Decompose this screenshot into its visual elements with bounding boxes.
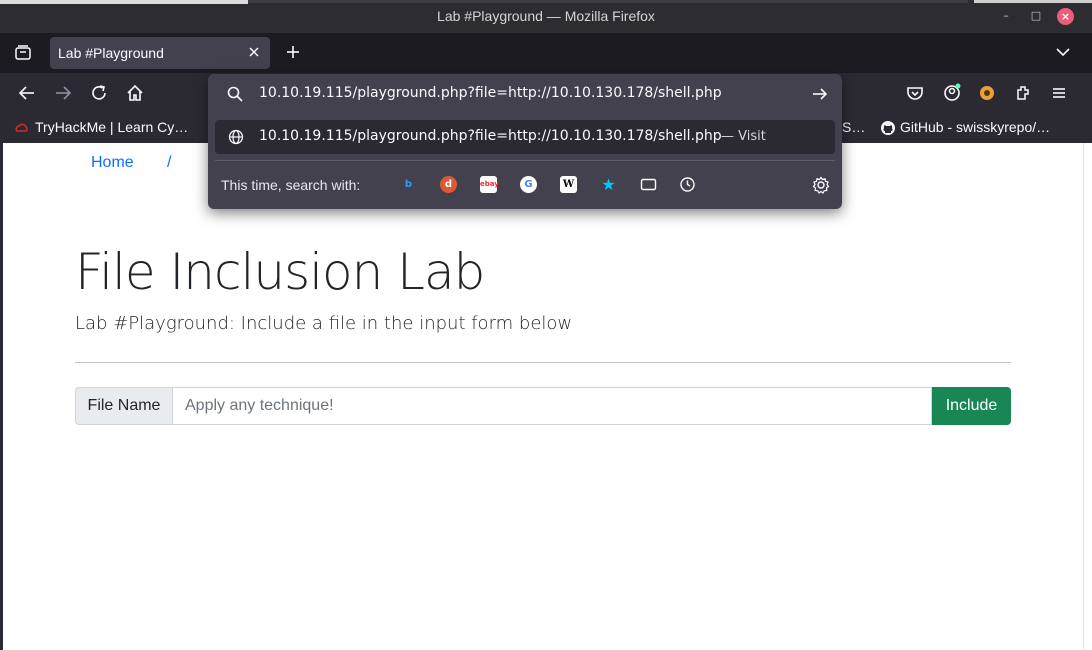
- window-titlebar: Lab #Playground — Mozilla Firefox – □ ×: [0, 0, 1092, 33]
- close-window-icon[interactable]: ×: [1057, 8, 1074, 25]
- firefox-view-icon[interactable]: [12, 42, 34, 64]
- ebay-icon[interactable]: ebay: [480, 176, 499, 193]
- pocket-icon[interactable]: [904, 82, 926, 104]
- urlbar-value[interactable]: 10.10.19.115/playground.php?file=http://…: [259, 85, 722, 101]
- window-title: Lab #Playground — Mozilla Firefox: [437, 8, 655, 24]
- tabs-icon[interactable]: [640, 176, 657, 193]
- search-with-label: This time, search with:: [221, 177, 361, 193]
- bookmark-truncated[interactable]: S…: [842, 119, 865, 135]
- history-icon[interactable]: [679, 176, 696, 193]
- file-name-label: File Name: [75, 387, 173, 425]
- gear-icon[interactable]: [812, 176, 830, 194]
- back-icon[interactable]: [16, 82, 38, 104]
- reload-icon[interactable]: [88, 82, 110, 104]
- divider: [75, 362, 1011, 363]
- google-icon[interactable]: G: [520, 176, 537, 193]
- minimize-icon[interactable]: –: [998, 8, 1014, 24]
- globe-icon: [228, 129, 244, 145]
- page-title: File Inclusion Lab: [75, 243, 485, 301]
- wikipedia-icon[interactable]: W: [560, 176, 577, 193]
- bing-icon[interactable]: b: [400, 176, 417, 193]
- tryhackme-icon: [15, 123, 28, 132]
- go-arrow-icon[interactable]: [811, 85, 829, 103]
- foxyproxy-extension-icon[interactable]: [976, 82, 998, 104]
- menu-icon[interactable]: [1048, 82, 1070, 104]
- page-content: Home / File Inclusion Lab Lab #Playgroun…: [3, 143, 1083, 650]
- include-button[interactable]: Include: [932, 387, 1011, 425]
- github-icon: [881, 121, 895, 135]
- forward-icon[interactable]: [52, 82, 74, 104]
- close-tab-icon[interactable]: [246, 44, 262, 60]
- bookmark-github[interactable]: GitHub - swisskyrepo/…: [900, 119, 1050, 135]
- bookmarks-icon[interactable]: ★: [600, 176, 617, 193]
- page-scrollbar[interactable]: [1083, 143, 1092, 650]
- tab-lab-playground[interactable]: Lab #Playground: [50, 37, 270, 69]
- background-window-strip: [974, 0, 1092, 3]
- chevron-down-icon[interactable]: [1052, 41, 1074, 63]
- visit-label: — Visit: [721, 129, 766, 144]
- new-tab-icon[interactable]: [282, 41, 304, 63]
- duckduckgo-icon[interactable]: d: [440, 176, 457, 193]
- url-suggestion-row[interactable]: 10.10.19.115/playground.php?file=http://…: [215, 120, 835, 154]
- urlbar-input[interactable]: 10.10.19.115/playground.php?file=http://…: [208, 74, 842, 114]
- suggestion-url: 10.10.19.115/playground.php?file=http://…: [259, 128, 722, 144]
- page-subtitle: Lab #Playground: Include a file in the i…: [75, 313, 573, 334]
- urlbar-dropdown: 10.10.19.115/playground.php?file=http://…: [208, 74, 842, 209]
- extensions-icon[interactable]: [1012, 82, 1034, 104]
- background-window-strip: [248, 0, 968, 3]
- background-window-strip: [0, 0, 248, 4]
- breadcrumb-home-link[interactable]: Home: [91, 154, 134, 172]
- tab-label: Lab #Playground: [58, 45, 164, 61]
- file-input-group: File Name Include: [75, 387, 1011, 425]
- breadcrumb-separator: /: [167, 154, 172, 171]
- tab-strip: Lab #Playground: [0, 33, 1092, 73]
- search-icon: [227, 86, 243, 102]
- account-icon[interactable]: [941, 82, 963, 104]
- home-icon[interactable]: [124, 82, 146, 104]
- maximize-icon[interactable]: □: [1028, 8, 1044, 24]
- file-name-input[interactable]: [172, 387, 932, 425]
- bookmark-tryhackme[interactable]: TryHackMe | Learn Cy…: [35, 119, 188, 135]
- dropdown-separator: [215, 160, 835, 161]
